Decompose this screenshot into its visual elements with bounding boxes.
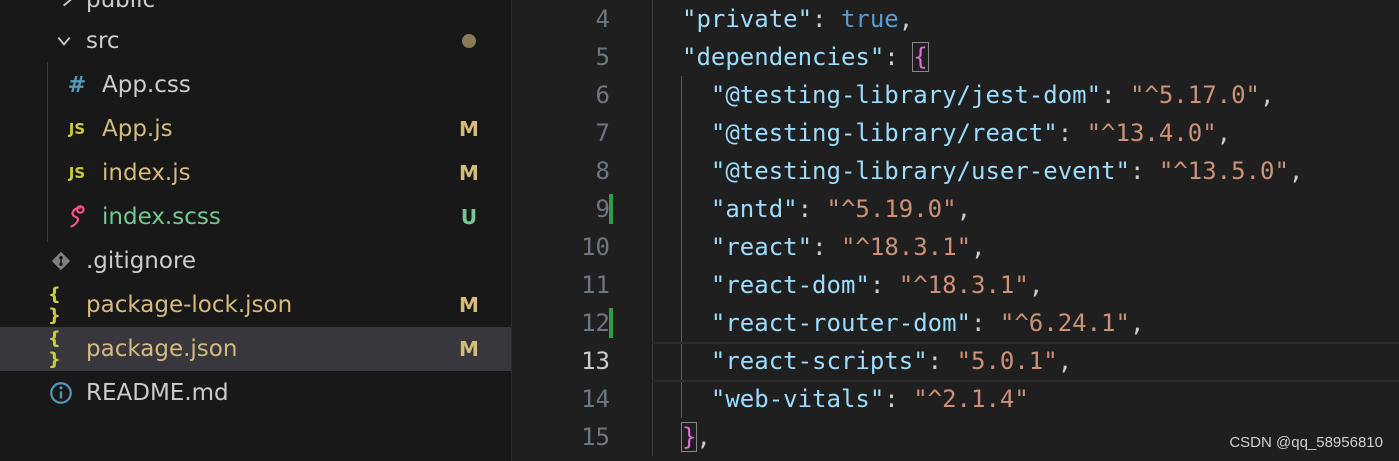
code-editor[interactable]: 4 "private": true, 5 "dependencies": { 6… xyxy=(512,0,1399,461)
code-line[interactable]: 7 "@testing-library/react": "^13.4.0", xyxy=(512,114,1399,152)
line-number: 11 xyxy=(581,271,610,299)
line-number: 6 xyxy=(595,81,610,109)
sass-file-icon xyxy=(70,205,85,228)
code-line[interactable]: 12 "react-router-dom": "^6.24.1", xyxy=(512,304,1399,342)
line-number: 4 xyxy=(595,5,610,33)
code-line[interactable]: 9 "antd": "^5.19.0", xyxy=(512,190,1399,228)
line-number: 14 xyxy=(581,385,610,413)
tree-item-label: index.js xyxy=(102,160,191,186)
tree-item-index-js[interactable]: JS index.js M xyxy=(0,151,511,195)
tree-item-src-folder[interactable]: src xyxy=(0,19,511,63)
info-icon xyxy=(50,382,72,404)
tree-item-label: public xyxy=(86,0,156,13)
tree-item-label: README.md xyxy=(86,380,229,406)
tree-item-label: package.json xyxy=(86,336,238,362)
code-line[interactable]: 14 "web-vitals": "^2.1.4" xyxy=(512,380,1399,418)
code-line[interactable]: 11 "react-dom": "^18.3.1", xyxy=(512,266,1399,304)
tree-item-app-js[interactable]: JS App.js M xyxy=(0,107,511,151)
tree-item-label: index.scss xyxy=(102,204,221,230)
tree-item-label: src xyxy=(86,28,120,54)
git-untracked-badge: U xyxy=(460,205,478,229)
tree-item-label: .gitignore xyxy=(86,248,197,274)
line-number: 12 xyxy=(581,309,610,337)
code-line[interactable]: 8 "@testing-library/user-event": "^13.5.… xyxy=(512,152,1399,190)
watermark: CSDN @qq_58956810 xyxy=(1229,434,1383,451)
matched-bracket-open: { xyxy=(912,42,929,72)
tree-item-gitignore[interactable]: .gitignore xyxy=(0,239,511,283)
tree-item-app-css[interactable]: # App.css xyxy=(0,63,511,107)
tree-item-package-lock-json[interactable]: { } package-lock.json M xyxy=(0,283,511,327)
js-file-icon: JS xyxy=(68,164,86,182)
json-file-icon: { } xyxy=(48,284,61,326)
line-number: 9 xyxy=(595,195,610,223)
matched-bracket-close: } xyxy=(680,422,698,452)
git-modified-badge: M xyxy=(459,293,479,317)
git-file-icon xyxy=(51,251,71,271)
code-line[interactable]: 4 "private": true, xyxy=(512,0,1399,38)
line-number: 8 xyxy=(595,157,610,185)
tree-item-package-json[interactable]: { } package.json M xyxy=(0,327,511,371)
line-number: 13 xyxy=(581,347,610,375)
modified-dot-icon xyxy=(462,34,476,48)
git-modified-badge: M xyxy=(459,337,479,361)
js-file-icon: JS xyxy=(68,120,86,138)
code-line[interactable]: 5 "dependencies": { xyxy=(512,38,1399,76)
line-number: 15 xyxy=(581,423,610,451)
tree-item-label: App.js xyxy=(102,116,173,142)
css-file-icon: # xyxy=(67,72,87,98)
code-line-current[interactable]: 13 "react-scripts": "5.0.1", xyxy=(512,342,1399,380)
json-file-icon: { } xyxy=(48,328,61,370)
tree-item-label: package-lock.json xyxy=(86,292,293,318)
chevron-down-icon xyxy=(57,37,71,46)
git-modified-badge: M xyxy=(459,161,479,185)
code-line[interactable]: 6 "@testing-library/jest-dom": "^5.17.0"… xyxy=(512,76,1399,114)
file-explorer: public src # App.css JS App.js M JS inde… xyxy=(0,0,512,461)
chevron-right-icon xyxy=(63,0,72,7)
git-modified-badge: M xyxy=(459,117,479,141)
tree-item-index-scss[interactable]: index.scss U xyxy=(0,195,511,239)
tree-item-label: App.css xyxy=(102,72,191,98)
line-number: 7 xyxy=(595,119,610,147)
line-number: 10 xyxy=(581,233,610,261)
tree-item-readme-md[interactable]: README.md xyxy=(0,371,511,415)
line-number: 5 xyxy=(595,43,610,71)
code-line[interactable]: 10 "react": "^18.3.1", xyxy=(512,228,1399,266)
